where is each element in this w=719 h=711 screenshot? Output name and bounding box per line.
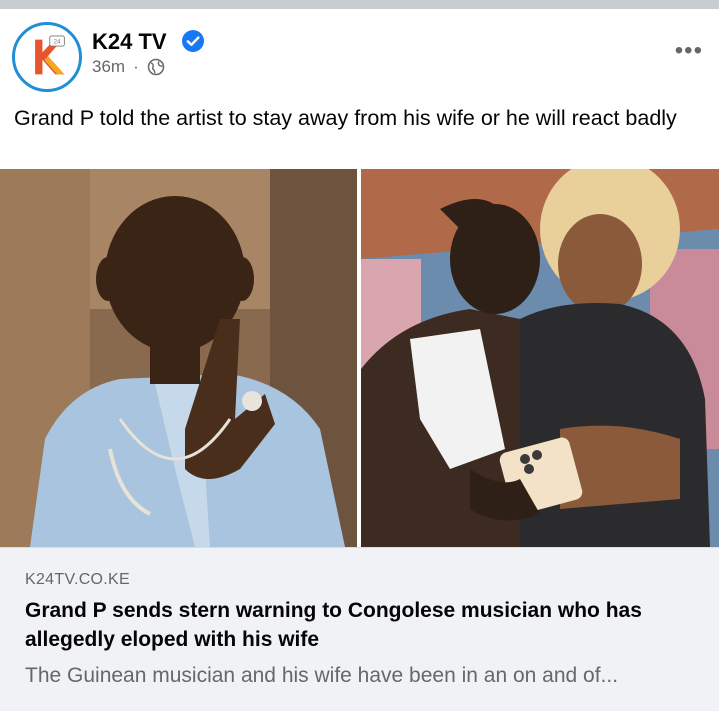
post-image	[0, 169, 719, 547]
verified-badge-icon	[182, 30, 204, 52]
page-name[interactable]: K24 TV	[92, 29, 167, 55]
page-avatar[interactable]: 24	[12, 22, 82, 92]
post-photo[interactable]	[0, 169, 719, 547]
link-preview[interactable]: K24TV.CO.KE Grand P sends stern warning …	[0, 547, 719, 711]
post-meta: 36m ·	[92, 57, 165, 77]
more-options-icon[interactable]: •••	[675, 39, 703, 63]
globe-icon	[147, 58, 164, 76]
svg-text:24: 24	[54, 39, 62, 46]
meta-separator: ·	[133, 57, 139, 76]
link-domain: K24TV.CO.KE	[25, 571, 130, 588]
link-title[interactable]: Grand P sends stern warning to Congolese…	[25, 596, 705, 654]
k24-logo-icon: 24	[16, 26, 78, 88]
post-timestamp[interactable]: 36m	[92, 57, 125, 77]
link-description: The Guinean musician and his wife have b…	[25, 664, 619, 687]
post-header: 24 K24 TV 36m · •••	[0, 9, 719, 99]
top-divider	[0, 0, 719, 9]
post-caption: Grand P told the artist to stay away fro…	[14, 106, 677, 130]
